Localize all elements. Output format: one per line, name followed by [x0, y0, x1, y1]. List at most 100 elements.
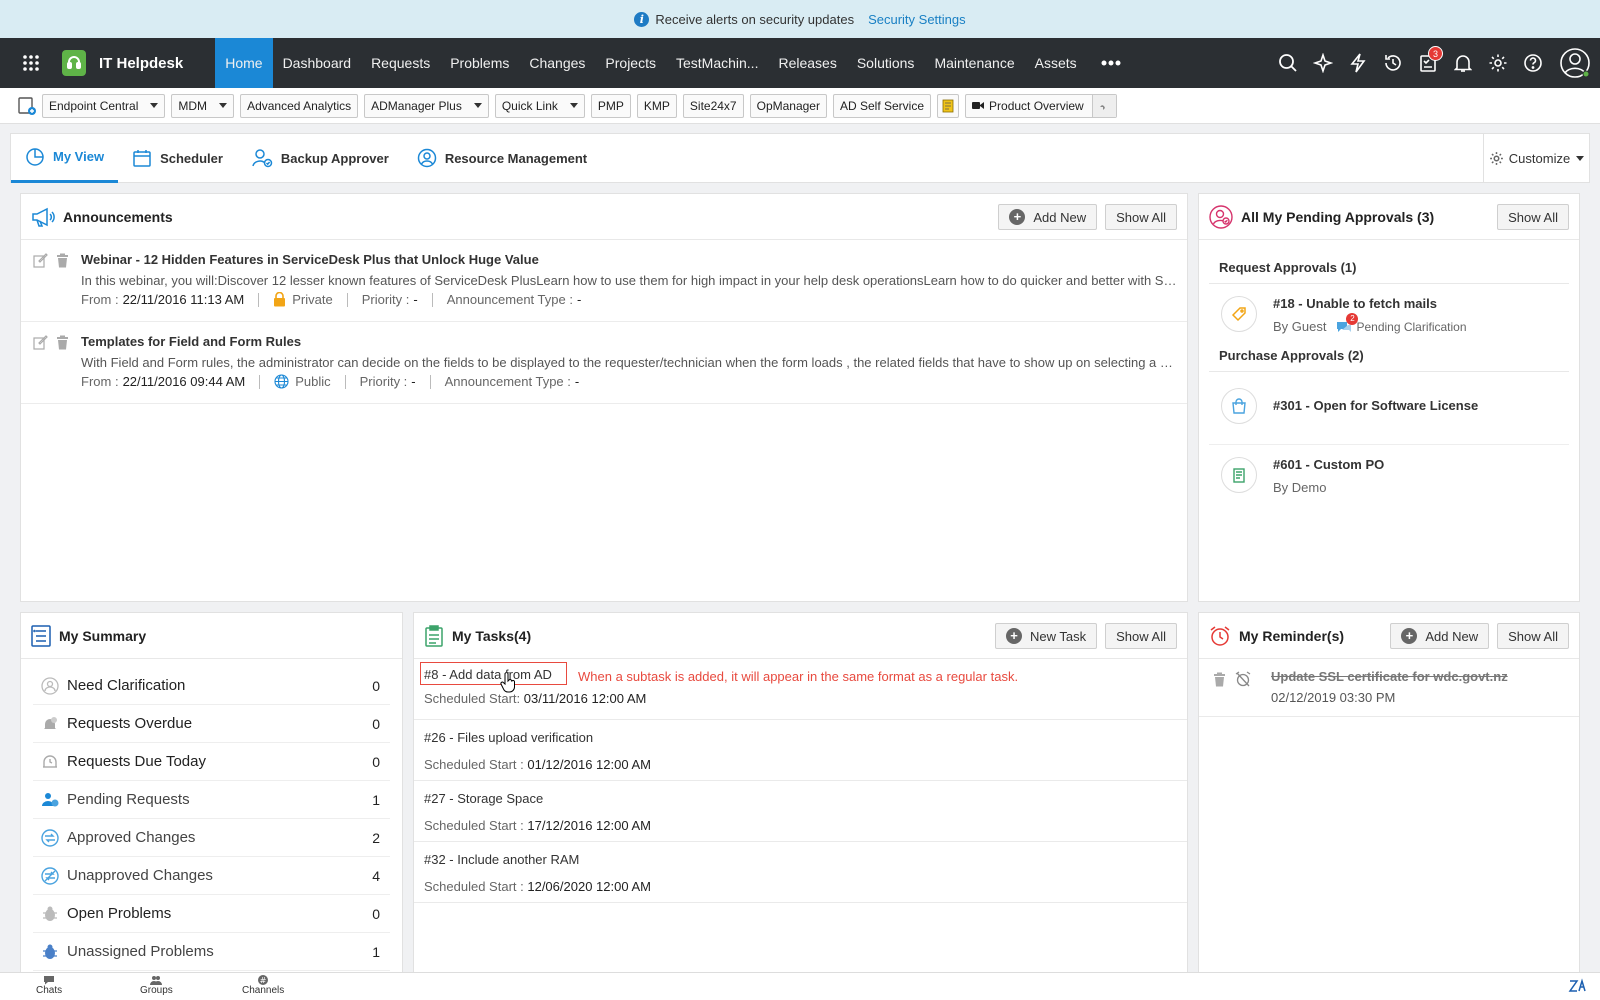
divider	[258, 292, 260, 307]
settings-gear-icon[interactable]	[1480, 38, 1515, 88]
summary-row[interactable]: Approved Changes 2	[33, 819, 390, 857]
summary-row[interactable]: Open Problems 0	[33, 895, 390, 933]
purchase-approval-title[interactable]: #301 - Open for Software License	[1273, 398, 1478, 413]
user-avatar-icon[interactable]	[1550, 38, 1600, 88]
tab-backup-approver-label: Backup Approver	[280, 150, 389, 166]
help-icon[interactable]	[1515, 38, 1550, 88]
opmanager-button[interactable]: OpManager	[749, 93, 827, 118]
new-task-button[interactable]: + New Task	[995, 623, 1098, 649]
purchase-approval-item[interactable]: #601 - Custom PO By Demo	[1209, 445, 1569, 505]
task-title[interactable]: #26 - Files upload verification	[424, 730, 1177, 745]
edit-icon[interactable]	[33, 253, 48, 268]
summary-count[interactable]: 1	[372, 944, 380, 960]
more-tabs-icon[interactable]	[1087, 38, 1135, 88]
task-title[interactable]: #27 - Storage Space	[424, 791, 1177, 806]
tab-my-view[interactable]: My View	[11, 134, 119, 183]
nav-tab-maintenance[interactable]: Maintenance	[924, 38, 1024, 88]
tab-backup-approver[interactable]: Backup Approver	[237, 134, 403, 183]
tasks-show-all-button[interactable]: Show All	[1105, 623, 1177, 649]
quick-link-dropdown[interactable]: Quick Link	[494, 93, 585, 118]
pmp-button[interactable]: PMP	[590, 93, 631, 118]
nav-tab-problems[interactable]: Problems	[440, 38, 519, 88]
zia-icon[interactable]	[1305, 38, 1340, 88]
request-approval-item[interactable]: #18 - Unable to fetch mails By Guest 2 P…	[1209, 284, 1569, 344]
edit-icon[interactable]	[33, 335, 48, 350]
zia-assistant-icon[interactable]	[1568, 977, 1588, 995]
summary-count[interactable]: 0	[372, 754, 380, 770]
ad-self-service-button[interactable]: AD Self Service	[832, 93, 932, 118]
delete-trash-icon[interactable]	[56, 253, 69, 268]
summary-label: Unapproved Changes	[67, 867, 213, 884]
nav-tab-home[interactable]: Home	[215, 38, 273, 88]
summary-row[interactable]: Unapproved Changes 4	[33, 857, 390, 895]
summary-count[interactable]: 0	[372, 678, 380, 694]
announcement-title[interactable]: Webinar - 12 Hidden Features in ServiceD…	[81, 252, 1175, 267]
add-announcement-button[interactable]: + Add New	[998, 204, 1098, 230]
quick-actions-icon[interactable]	[1340, 38, 1375, 88]
reminders-show-all-button[interactable]: Show All	[1497, 623, 1569, 649]
task-item[interactable]: #32 - Include another RAM Scheduled Star…	[414, 842, 1187, 903]
app-grid-icon[interactable]	[0, 38, 62, 88]
summary-row[interactable]: Requests Due Today 0	[33, 743, 390, 781]
summary-count[interactable]: 2	[372, 830, 380, 846]
approvals-show-all-button[interactable]: Show All	[1497, 204, 1569, 230]
summary-row[interactable]: Pending Requests 1	[33, 781, 390, 819]
endpoint-central-dropdown[interactable]: Endpoint Central	[42, 93, 166, 118]
product-overview-label: Product Overview	[989, 98, 1084, 113]
notifications-bell-icon[interactable]	[1445, 38, 1480, 88]
nav-tab-changes[interactable]: Changes	[519, 38, 595, 88]
task-title[interactable]: #32 - Include another RAM	[424, 852, 1177, 867]
admanager-plus-dropdown[interactable]: ADManager Plus	[364, 93, 489, 118]
summary-count[interactable]: 0	[372, 906, 380, 922]
tab-scheduler[interactable]: Scheduler	[118, 134, 237, 183]
new-request-icon[interactable]	[16, 94, 38, 118]
tab-resource-management[interactable]: Resource Management	[403, 134, 601, 183]
kmp-button[interactable]: KMP	[636, 93, 677, 118]
task-item[interactable]: #27 - Storage Space Scheduled Start : 17…	[414, 781, 1187, 842]
reminder-title[interactable]: Update SSL certificate for wdc.govt.nz	[1271, 669, 1567, 684]
channels-button[interactable]: # Channels	[242, 975, 284, 996]
purchase-approval-item[interactable]: #301 - Open for Software License	[1209, 372, 1569, 445]
add-reminder-button[interactable]: + Add New	[1390, 623, 1490, 649]
announcement-title[interactable]: Templates for Field and Form Rules	[81, 334, 1175, 349]
nav-tab-requests[interactable]: Requests	[361, 38, 440, 88]
site24x7-button[interactable]: Site24x7	[682, 93, 744, 118]
security-settings-link[interactable]: Security Settings	[868, 12, 966, 27]
delete-trash-icon[interactable]	[56, 335, 69, 350]
tasks-icon[interactable]: 3	[1410, 38, 1445, 88]
scheduled-start-date: 01/12/2016 12:00 AM	[527, 757, 651, 772]
nav-tab-assets[interactable]: Assets	[1025, 38, 1087, 88]
nav-tab-dashboard[interactable]: Dashboard	[273, 38, 362, 88]
request-approval-title[interactable]: #18 - Unable to fetch mails	[1273, 296, 1467, 311]
customize-dropdown[interactable]: Customize	[1483, 134, 1589, 182]
search-icon[interactable]	[1270, 38, 1305, 88]
nav-tab-solutions[interactable]: Solutions	[847, 38, 925, 88]
delete-trash-icon[interactable]	[1213, 672, 1226, 687]
history-icon[interactable]	[1375, 38, 1410, 88]
nav-tab-testmachine[interactable]: TestMachin...	[666, 38, 768, 88]
priority-value: -	[411, 374, 416, 389]
nav-tab-releases[interactable]: Releases	[768, 38, 846, 88]
alarm-off-icon[interactable]	[1235, 671, 1251, 687]
announcement-item[interactable]: Templates for Field and Form Rules With …	[21, 322, 1187, 404]
summary-count[interactable]: 1	[372, 792, 380, 808]
announcement-item[interactable]: Webinar - 12 Hidden Features in ServiceD…	[21, 240, 1187, 322]
product-overview-button[interactable]: Product Overview	[965, 93, 1117, 118]
chats-button[interactable]: Chats	[36, 975, 62, 996]
summary-count[interactable]: 4	[372, 868, 380, 884]
announcements-show-all-button[interactable]: Show All	[1105, 204, 1177, 230]
reminder-item[interactable]: Update SSL certificate for wdc.govt.nz 0…	[1199, 659, 1579, 717]
summary-count[interactable]: 0	[372, 716, 380, 732]
launch-rocket-icon[interactable]	[1091, 94, 1116, 117]
summary-row[interactable]: Unassigned Problems 1	[33, 933, 390, 971]
notes-icon[interactable]	[937, 93, 960, 118]
purchase-approval-title[interactable]: #601 - Custom PO	[1273, 457, 1384, 472]
summary-row[interactable]: Need Clarification 0	[33, 667, 390, 705]
mdm-dropdown[interactable]: MDM	[171, 93, 235, 118]
nav-tab-projects[interactable]: Projects	[595, 38, 666, 88]
task-item[interactable]: #8 - Add data from AD When a subtask is …	[414, 659, 1187, 720]
advanced-analytics-button[interactable]: Advanced Analytics	[240, 93, 359, 118]
task-item[interactable]: #26 - Files upload verification Schedule…	[414, 720, 1187, 781]
summary-row[interactable]: Requests Overdue 0	[33, 705, 390, 743]
groups-button[interactable]: Groups	[140, 975, 173, 996]
